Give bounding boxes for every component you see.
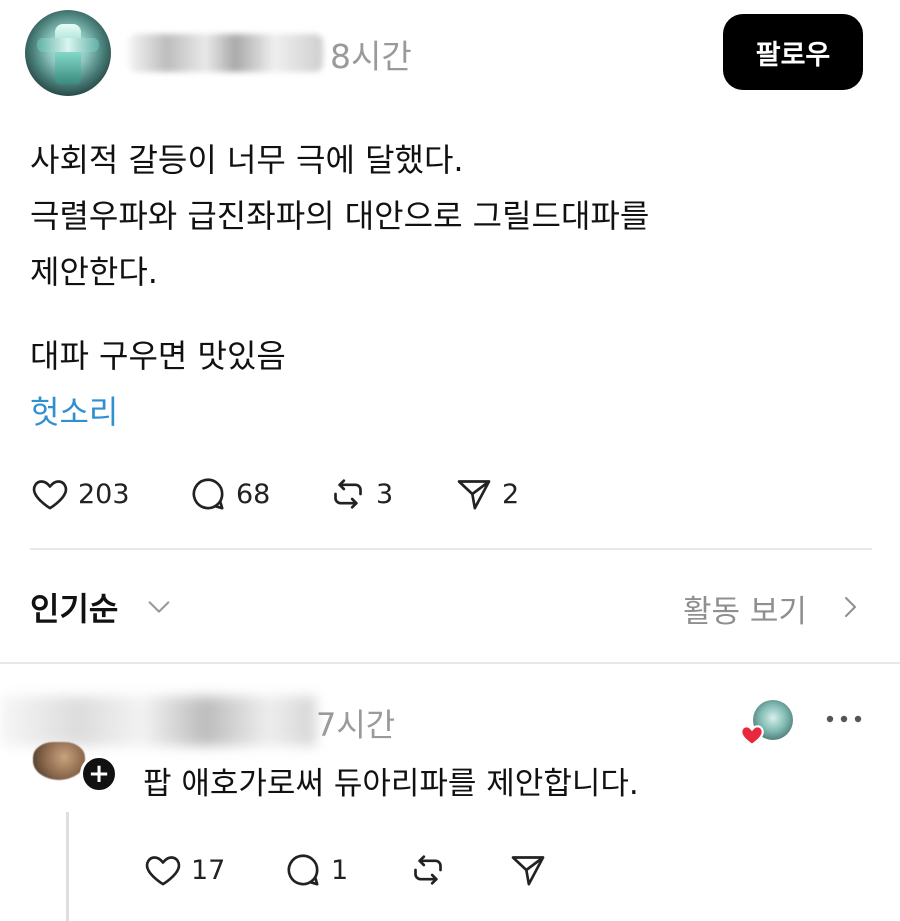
- reply-comment-count: 1: [331, 854, 349, 886]
- author-avatar[interactable]: [25, 10, 111, 96]
- send-icon: [511, 856, 545, 886]
- reply-repost-button[interactable]: [408, 846, 456, 894]
- topic-tag-link[interactable]: 헛소리: [30, 384, 649, 440]
- thread-line: [66, 812, 69, 921]
- follow-plus-icon[interactable]: +: [80, 755, 118, 793]
- reply-username-blurred[interactable]: [0, 696, 316, 746]
- view-activity-link[interactable]: 활동 보기: [683, 586, 807, 631]
- like-count: 203: [78, 478, 130, 510]
- comment-bubble-icon: [192, 478, 224, 510]
- reply-timestamp: 7시간: [316, 706, 396, 744]
- reply-text: 팝 애호가로써 듀아리파를 제안합니다.: [143, 766, 639, 802]
- share-button[interactable]: 2: [454, 470, 519, 518]
- comment-count: 68: [236, 478, 271, 510]
- more-options-icon[interactable]: [823, 708, 865, 730]
- repost-count: 3: [376, 478, 394, 510]
- sort-dropdown[interactable]: 인기순: [30, 584, 118, 630]
- post-body: 사회적 갈등이 너무 극에 달했다. 극렬우파와 급진좌파의 대안으로 그릴드대…: [30, 132, 649, 440]
- reply-comment-button[interactable]: 1: [283, 846, 348, 894]
- post-line: 사회적 갈등이 너무 극에 달했다.: [30, 141, 464, 179]
- reply-like-count: 17: [191, 854, 226, 886]
- like-button[interactable]: 203: [30, 470, 130, 518]
- repost-icon: [414, 855, 442, 885]
- post-line: 극렬우파와 급진좌파의 대안으로 그릴드대파를: [30, 197, 650, 235]
- comment-bubble-icon: [287, 854, 319, 886]
- share-count: 2: [502, 478, 520, 510]
- post-timestamp: 8시간: [330, 37, 412, 76]
- divider: [30, 548, 872, 550]
- repost-icon: [334, 479, 362, 509]
- repost-button[interactable]: 3: [328, 470, 393, 518]
- chevron-down-icon[interactable]: [143, 593, 175, 621]
- heart-icon: [32, 480, 68, 510]
- heart-icon: [145, 856, 181, 886]
- post-line: 대파 구우면 맛있음: [30, 337, 286, 375]
- heart-icon: [740, 725, 764, 747]
- divider: [0, 662, 900, 664]
- post-line: 제안한다.: [30, 253, 158, 291]
- follow-button[interactable]: 팔로우: [723, 14, 863, 90]
- reply-author-avatar[interactable]: [33, 742, 85, 780]
- comment-button[interactable]: 68: [188, 470, 270, 518]
- reply-share-button[interactable]: [508, 846, 556, 894]
- chevron-right-icon[interactable]: [838, 592, 862, 622]
- send-icon: [457, 480, 491, 510]
- reply-like-button[interactable]: 17: [143, 846, 225, 894]
- author-username-blurred[interactable]: [128, 34, 323, 72]
